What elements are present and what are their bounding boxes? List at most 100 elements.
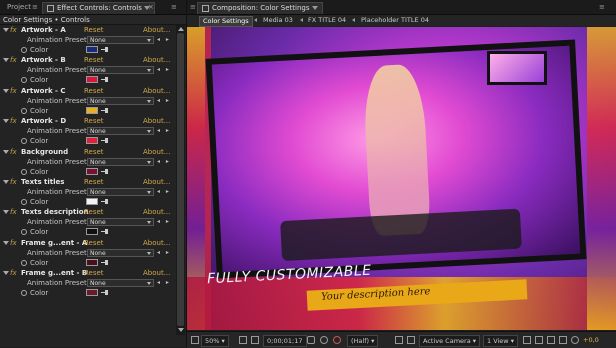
exposure-icon[interactable] [571,336,579,344]
preset-nav-arrows[interactable]: ◂ ▸ [157,248,171,258]
reset-link[interactable]: Reset [84,147,104,157]
animation-presets-select[interactable]: None [87,187,154,196]
always-preview-icon[interactable] [191,336,199,344]
mask-icon[interactable] [251,336,259,344]
twirl-down-icon[interactable] [3,119,9,124]
tab-composition[interactable]: Composition: Color Settings [197,2,323,14]
animation-presets-select[interactable]: None [87,157,154,166]
twirl-down-icon[interactable] [3,210,9,215]
preset-nav-arrows[interactable]: ◂ ▸ [157,187,171,197]
animation-presets-select[interactable]: None [87,279,154,288]
animation-presets-select[interactable]: None [87,248,154,257]
animation-presets-select[interactable]: None [87,36,154,44]
fx-toggle-icon[interactable]: fx [10,55,17,65]
about-link[interactable]: About... [143,55,170,65]
reset-link[interactable]: Reset [84,268,104,278]
scrollbar-thumb[interactable] [177,33,184,326]
twirl-down-icon[interactable] [3,88,9,93]
preset-nav-arrows[interactable]: ◂ ▸ [157,278,171,288]
stopwatch-icon[interactable] [21,229,27,236]
stopwatch-icon[interactable] [21,259,27,266]
about-link[interactable]: About... [143,25,170,35]
reset-link[interactable]: Reset [84,25,104,35]
about-link[interactable]: About... [143,147,170,157]
views-select[interactable]: 1 View ▾ [483,335,518,347]
about-link[interactable]: About... [143,207,170,217]
fx-toggle-icon[interactable]: fx [10,238,17,248]
eyedropper-icon[interactable] [101,107,108,113]
timeline-icon[interactable] [547,336,555,344]
breadcrumb-color-settings[interactable]: Color Settings [199,16,253,27]
camera-icon[interactable] [307,336,315,344]
stopwatch-icon[interactable] [21,47,27,53]
camera-select[interactable]: Active Camera ▾ [419,335,481,347]
reset-link[interactable]: Reset [84,177,104,187]
reset-link[interactable]: Reset [84,55,104,65]
stopwatch-icon[interactable] [21,138,27,145]
color-swatch[interactable] [86,289,98,297]
reset-link[interactable]: Reset [84,207,104,217]
stopwatch-icon[interactable] [21,107,27,114]
scroll-up-icon[interactable] [178,27,184,31]
region-of-interest-icon[interactable] [395,336,403,344]
stopwatch-icon[interactable] [21,77,27,84]
close-icon[interactable]: × [148,3,154,11]
color-swatch[interactable] [86,76,98,84]
scroll-down-icon[interactable] [178,328,184,332]
twirl-down-icon[interactable] [3,28,9,32]
color-swatch[interactable] [86,167,98,175]
eyedropper-icon[interactable] [101,229,108,235]
breadcrumb-placeholder-title[interactable]: Placeholder TITLE 04 [361,16,429,25]
twirl-down-icon[interactable] [3,179,9,184]
panel-menu-icon[interactable]: ≡ [32,3,38,11]
panel-menu-icon-2[interactable]: ≡ [171,3,177,11]
eyedropper-icon[interactable] [101,259,108,265]
fx-toggle-icon[interactable]: fx [10,147,17,157]
eyedropper-icon[interactable] [101,198,108,204]
composition-viewer[interactable]: FULLY CUSTOMIZABLE Your description here [187,27,616,330]
color-channel-icon[interactable] [320,336,328,344]
about-link[interactable]: About... [143,238,170,248]
channel-red-icon[interactable] [333,336,341,344]
transparency-grid-icon[interactable] [407,336,415,344]
tab-effect-controls[interactable]: Effect Controls: Controls [42,2,155,14]
about-link[interactable]: About... [143,86,170,96]
zoom-select[interactable]: 50% ▾ [201,335,229,347]
eyedropper-icon[interactable] [101,290,108,296]
stopwatch-icon[interactable] [21,198,27,205]
fx-toggle-icon[interactable]: fx [10,116,17,126]
grid-icon[interactable] [239,336,247,344]
breadcrumb-fx-title[interactable]: FX TITLE 04 [308,16,346,25]
reset-link[interactable]: Reset [84,86,104,96]
preset-nav-arrows[interactable]: ◂ ▸ [157,96,171,106]
preset-nav-arrows[interactable]: ◂ ▸ [157,157,171,167]
twirl-down-icon[interactable] [3,240,9,245]
about-link[interactable]: About... [143,268,170,278]
tab-project[interactable]: Project [3,2,35,13]
eyedropper-icon[interactable] [101,168,108,174]
exposure-value[interactable]: +0,0 [583,335,599,345]
fx-toggle-icon[interactable]: fx [10,25,17,35]
animation-presets-select[interactable]: None [87,66,154,75]
preset-nav-arrows[interactable]: ◂ ▸ [157,65,171,75]
color-swatch[interactable] [86,258,98,266]
twirl-down-icon[interactable] [3,58,9,63]
resolution-select[interactable]: (Half) ▾ [347,335,379,347]
twirl-down-icon[interactable] [3,271,9,276]
preset-nav-arrows[interactable]: ◂ ▸ [157,35,171,45]
animation-presets-select[interactable]: None [87,96,154,105]
twirl-down-icon[interactable] [3,149,9,154]
animation-presets-select[interactable]: None [87,127,154,136]
reset-link[interactable]: Reset [84,238,104,248]
flowchart-icon[interactable] [559,336,567,344]
color-swatch[interactable] [86,106,98,114]
color-swatch[interactable] [86,197,98,205]
stopwatch-icon[interactable] [21,168,27,175]
preset-nav-arrows[interactable]: ◂ ▸ [157,126,171,136]
animation-presets-select[interactable]: None [87,218,154,227]
eyedropper-icon[interactable] [101,47,108,52]
preset-nav-arrows[interactable]: ◂ ▸ [157,217,171,227]
breadcrumb-media-03[interactable]: Media 03 [263,16,293,25]
toggle-pixel-icon[interactable] [523,336,531,344]
panel-menu-icon-4[interactable]: ≡ [599,3,605,11]
